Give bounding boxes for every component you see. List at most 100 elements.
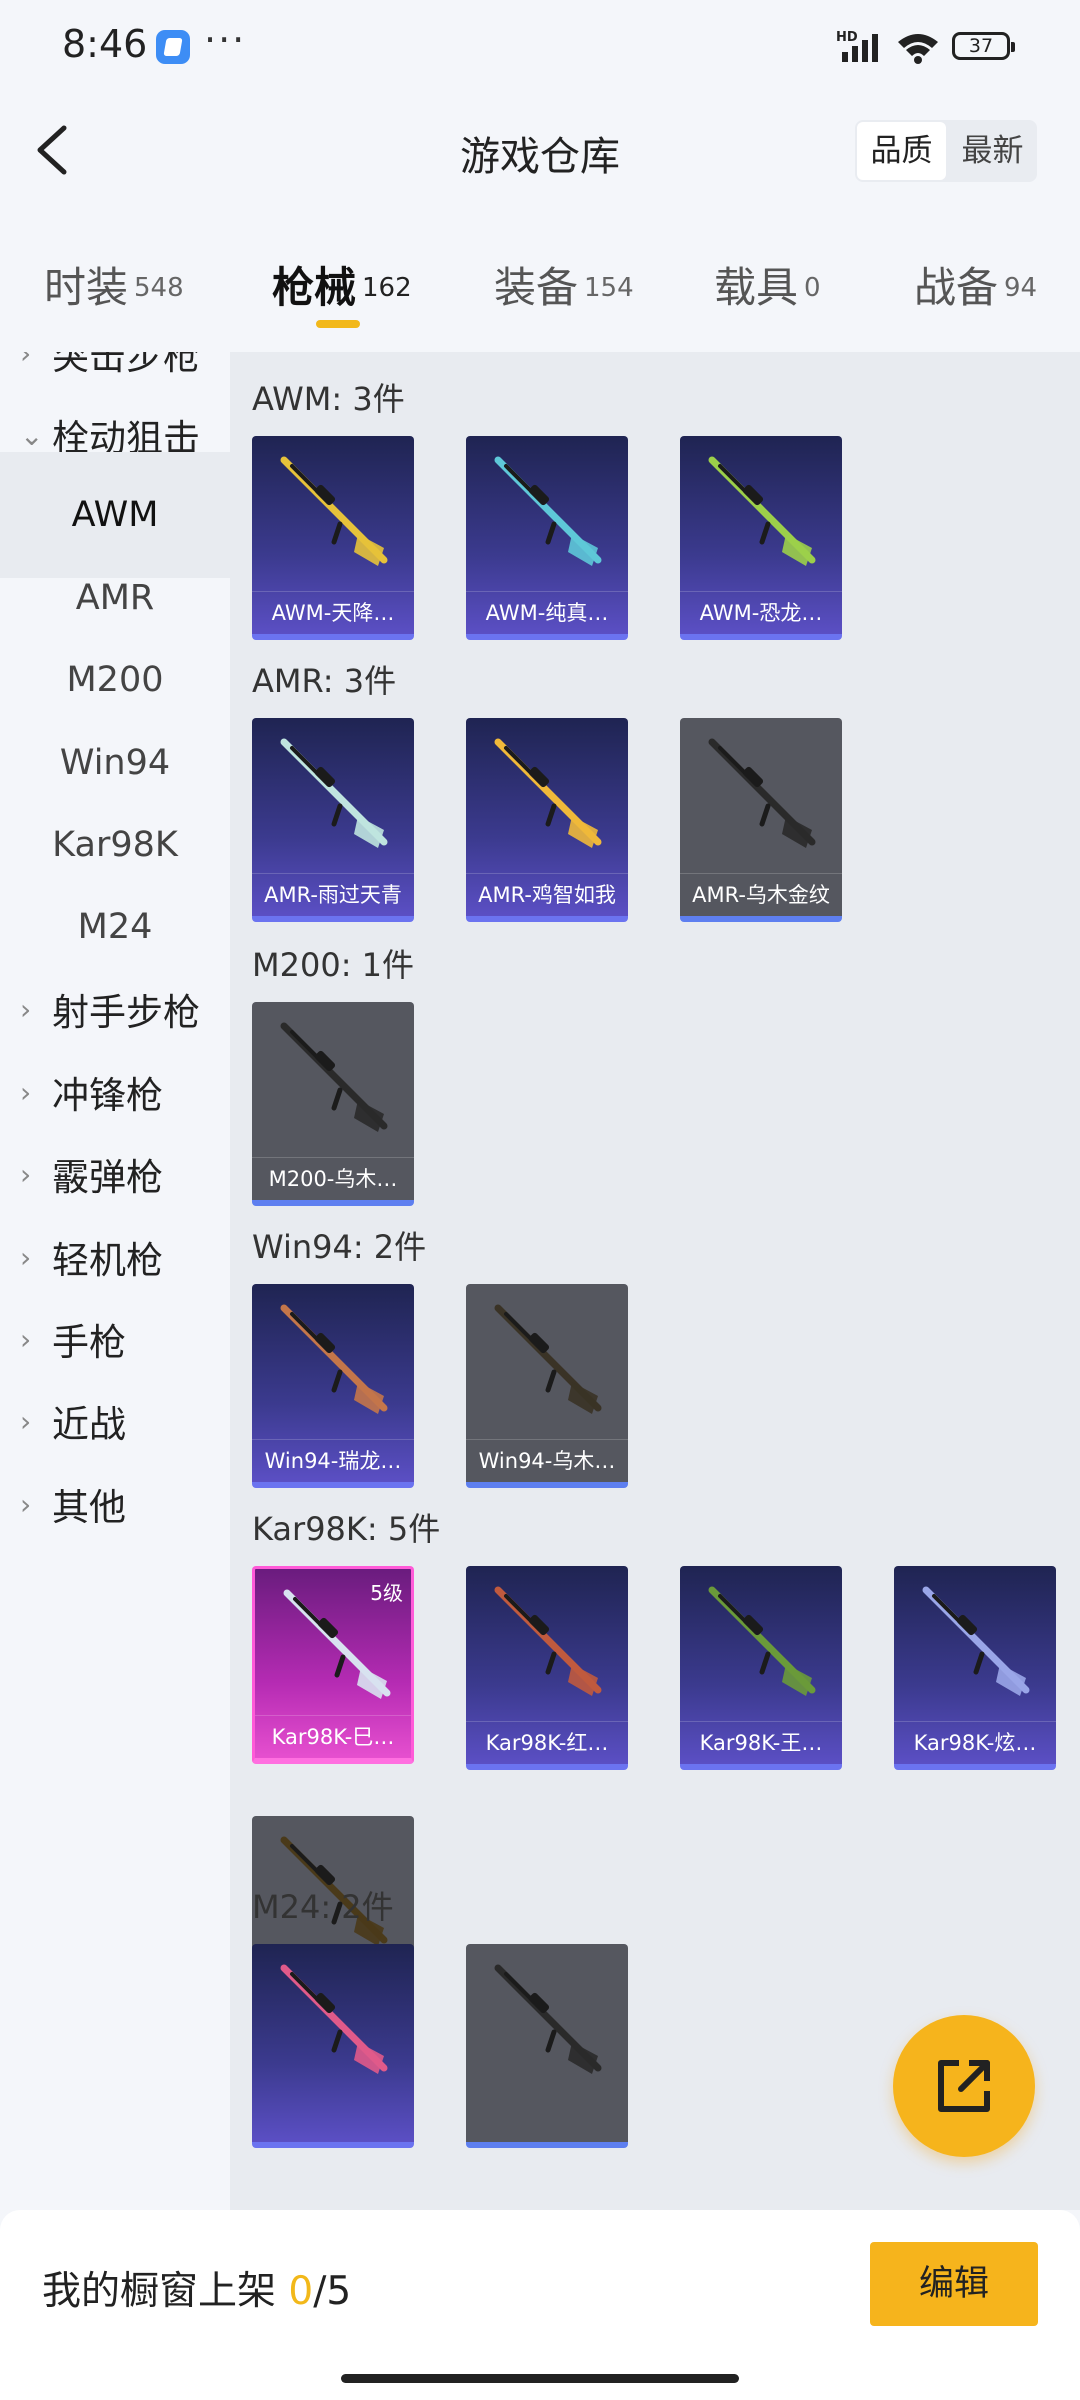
tab-count: 548 [134, 273, 184, 303]
edit-button[interactable]: 编辑 [870, 2242, 1038, 2326]
active-tab-indicator [316, 320, 360, 328]
weapon-card[interactable]: Kar98K-红… [466, 1566, 628, 1770]
weapon-card[interactable] [252, 1944, 414, 2148]
weapon-card[interactable]: Win94-瑞龙… [252, 1284, 414, 1488]
rifle-icon [494, 1964, 602, 2074]
share-external-icon [938, 2060, 990, 2112]
tab-count: 94 [1004, 273, 1038, 303]
weapon-card[interactable]: AWM-纯真… [466, 436, 628, 640]
weapon-name: AMR-雨过天青 [252, 873, 414, 916]
status-time: 8:46 [62, 22, 148, 66]
weapon-card[interactable]: Kar98K-炫… [894, 1566, 1056, 1770]
weapon-name: AWM-纯真… [466, 591, 628, 634]
hd-indicator: HD [836, 30, 858, 45]
weapon-name: Kar98K-红… [466, 1721, 628, 1764]
level-badge: 5级 [370, 1581, 403, 1605]
home-indicator[interactable] [341, 2374, 739, 2383]
sidebar-category[interactable]: › 其他 [0, 1441, 230, 1567]
weapon-card[interactable]: AMR-鸡智如我 [466, 718, 628, 922]
weapon-card[interactable]: AMR-雨过天青 [252, 718, 414, 922]
chevron-down-icon: ⌄ [20, 418, 44, 452]
showcase-total: /5 [313, 2269, 352, 2314]
battery-icon: 37 [952, 32, 1015, 60]
rifle-icon [494, 456, 602, 566]
sidebar-label: Win94 [59, 743, 171, 783]
section-title: AWM: 3件 [252, 380, 405, 418]
sidebar-label: 近战 [52, 1403, 126, 1446]
tab-count: 154 [584, 273, 634, 303]
chevron-right-icon: › [20, 992, 32, 1026]
rifle-icon [280, 1304, 388, 1414]
showcase-bar: 我的橱窗上架 0/5 编辑 [0, 2210, 1080, 2400]
weapon-name: AMR-乌木金纹 [680, 873, 842, 916]
weapon-card[interactable]: Kar98K-王… [680, 1566, 842, 1770]
showcase-label: 我的橱窗上架 0/5 [42, 2260, 351, 2316]
tab-guns[interactable]: 枪械 162 [272, 254, 412, 315]
share-fab-button[interactable] [893, 2015, 1035, 2157]
rifle-icon [922, 1586, 1030, 1696]
rifle-icon [280, 1022, 388, 1132]
weapon-card[interactable]: Win94-乌木… [466, 1284, 628, 1488]
section-title: Kar98K: 5件 [252, 1510, 441, 1548]
rifle-icon [280, 738, 388, 848]
rifle-icon [280, 456, 388, 566]
sort-quality-option[interactable]: 品质 [857, 122, 946, 180]
section-title: M24: 2件 [252, 1888, 394, 1926]
tab-vehicles[interactable]: 载具 0 [714, 254, 821, 315]
rifle-icon [708, 738, 816, 848]
showcase-text: 我的橱窗上架 [42, 2269, 277, 2314]
sidebar-label: M200 [66, 660, 164, 700]
sidebar-label: M24 [77, 907, 153, 947]
sort-switch: 品质 最新 [855, 120, 1037, 182]
weapon-card[interactable]: 5级 Kar98K-巳… [252, 1566, 414, 1764]
weapon-card[interactable]: AWM-恐龙… [680, 436, 842, 640]
status-bar: 8:46 ··· HD 37 [0, 0, 1080, 96]
weapon-grid: AWM: 3件 AWM-天降… AWM-纯真… AWM-恐龙… AMR: 3件 AMR-雨… [230, 352, 1080, 2210]
weapon-name: Kar98K-炫… [894, 1721, 1056, 1764]
tab-label: 枪械 [272, 263, 357, 312]
chevron-right-icon: › [20, 1157, 32, 1191]
tab-count: 162 [362, 273, 412, 303]
chevron-right-icon: › [20, 1075, 32, 1109]
weapon-name: AMR-鸡智如我 [466, 873, 628, 916]
tab-label: 时装 [44, 263, 129, 312]
tab-label: 载具 [714, 263, 799, 312]
tab-supplies[interactable]: 战备 94 [914, 254, 1037, 315]
weapon-card[interactable]: AMR-乌木金纹 [680, 718, 842, 922]
tab-count: 0 [804, 273, 821, 303]
weapon-card[interactable]: AWM-天降… [252, 436, 414, 640]
chevron-right-icon: › [20, 352, 32, 370]
back-arrow-icon[interactable] [22, 118, 86, 182]
wifi-icon [898, 34, 938, 64]
chevron-right-icon: › [20, 1404, 32, 1438]
weapon-name: Win94-瑞龙… [252, 1439, 414, 1482]
chevron-right-icon: › [20, 1487, 32, 1521]
sidebar-label: AMR [75, 578, 155, 618]
rifle-icon [494, 1586, 602, 1696]
weapon-card[interactable] [466, 1944, 628, 2148]
rifle-icon [494, 1304, 602, 1414]
section-title: Win94: 2件 [252, 1228, 427, 1266]
section-title: AMR: 3件 [252, 662, 397, 700]
category-tabs: 时装 548 枪械 162 装备 154 载具 0 战备 94 [0, 240, 1080, 340]
sidebar-label: AWM [71, 495, 159, 535]
rifle-icon [708, 1586, 816, 1696]
weapon-name: M200-乌木… [252, 1157, 414, 1200]
weapon-name: Kar98K-巳… [255, 1715, 411, 1758]
sidebar-label: 其他 [52, 1486, 126, 1529]
weapon-name: Win94-乌木… [466, 1439, 628, 1482]
weapon-name: AWM-天降… [252, 591, 414, 634]
chevron-right-icon: › [20, 1322, 32, 1356]
chevron-right-icon: › [20, 1240, 32, 1274]
sidebar-label: 霰弹枪 [52, 1156, 163, 1199]
app-notification-icon [156, 30, 190, 64]
weapon-card[interactable]: M200-乌木… [252, 1002, 414, 1206]
weapon-name: AWM-恐龙… [680, 591, 842, 634]
rifle-icon [280, 1964, 388, 2074]
tab-fashion[interactable]: 时装 548 [44, 254, 184, 315]
status-more: ··· [204, 18, 247, 62]
tab-label: 装备 [494, 263, 579, 312]
sort-latest-option[interactable]: 最新 [948, 120, 1037, 182]
tab-equipment[interactable]: 装备 154 [494, 254, 634, 315]
tab-label: 战备 [914, 263, 999, 312]
